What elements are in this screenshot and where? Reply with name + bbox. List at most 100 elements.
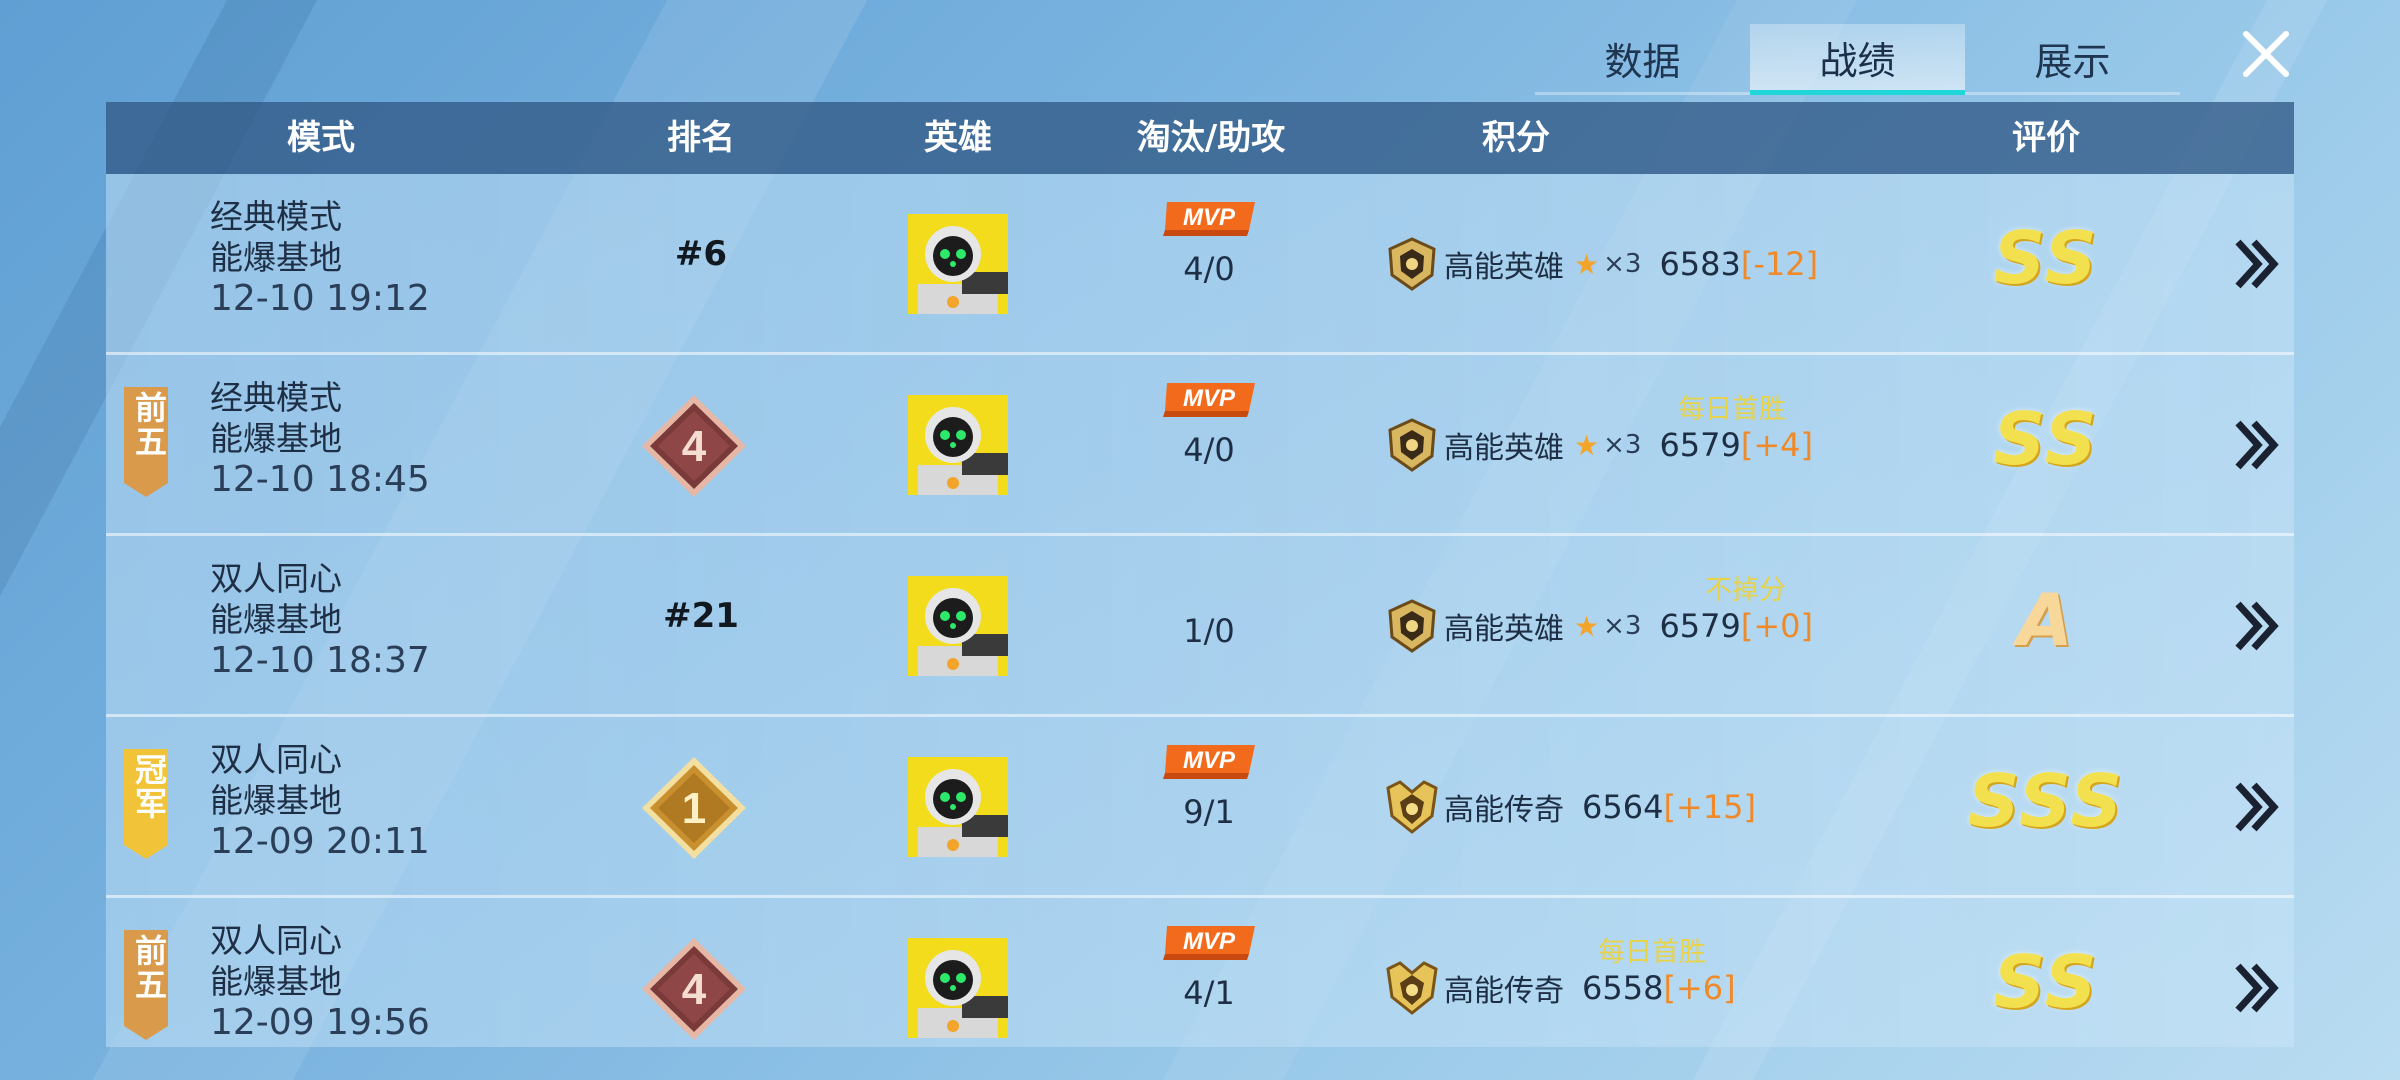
- table-row[interactable]: 经典模式 能爆基地 12-10 19:12 #6 MVP 4/0 高能英雄 ★ …: [106, 174, 2294, 355]
- double-chevron-right-icon: [2235, 782, 2279, 832]
- map-name: 能爆基地: [210, 781, 342, 820]
- rating-grade: SS: [1993, 216, 2099, 300]
- close-icon: [2243, 31, 2289, 77]
- detail-button[interactable]: [2232, 238, 2280, 290]
- match-time: 12-10 19:12: [210, 278, 430, 319]
- mvp-label: MVP: [1183, 928, 1236, 955]
- high-energy-hero-emblem-icon: [1388, 237, 1436, 291]
- map-name: 能爆基地: [210, 238, 342, 277]
- mvp-label: MVP: [1183, 385, 1236, 412]
- mode-name: 双人同心: [210, 921, 342, 960]
- hero-avatar[interactable]: [908, 576, 1008, 676]
- map-name: 能爆基地: [210, 419, 342, 458]
- mode-name: 经典模式: [210, 378, 342, 417]
- score-cell: 高能传奇 6564 [+15]: [1386, 779, 1756, 835]
- mode-name: 双人同心: [210, 559, 342, 598]
- table-row[interactable]: 前五 经典模式 能爆基地 12-10 18:45 4 MVP 4/0 每日首胜 …: [106, 355, 2294, 536]
- rank-number: 4: [682, 965, 707, 1014]
- star-count: ×3: [1603, 249, 1642, 279]
- score-delta: [+4]: [1740, 426, 1814, 464]
- mode-cell: 双人同心 能爆基地 12-09 19:56: [210, 920, 430, 1043]
- tier-name: 高能传奇: [1444, 974, 1564, 1009]
- score-delta: [+15]: [1663, 788, 1756, 826]
- star-count: ×3: [1603, 611, 1642, 641]
- rating-grade: A: [2017, 578, 2075, 662]
- rating-grade: SSS: [1967, 759, 2125, 843]
- header-kda: 淘汰/助攻: [1136, 118, 1286, 158]
- placement-label: 前五: [130, 934, 168, 1002]
- rank-emblem: 1: [634, 755, 754, 861]
- detail-button[interactable]: [2232, 781, 2280, 833]
- tier-name: 高能英雄: [1444, 431, 1564, 466]
- tab-showcase[interactable]: 展示: [1965, 24, 2180, 92]
- table-header: 模式 排名 英雄 淘汰/助攻 积分 评价: [106, 102, 2294, 174]
- table-row[interactable]: 冠军 双人同心 能爆基地 12-09 20:11 1 MVP 9/1 高能传奇 …: [106, 717, 2294, 898]
- score-delta: [+0]: [1740, 607, 1814, 645]
- rating-grade: SS: [1993, 940, 2099, 1024]
- tier-name: 高能英雄: [1444, 612, 1564, 647]
- map-name: 能爆基地: [210, 600, 342, 639]
- match-time: 12-10 18:37: [210, 640, 430, 681]
- star-icon: ★: [1574, 609, 1600, 643]
- tier-name: 高能英雄: [1444, 250, 1564, 285]
- table-row[interactable]: 双人同心 能爆基地 12-10 18:37 #21 1/0 不掉分 高能英雄 ★…: [106, 536, 2294, 717]
- close-button[interactable]: [2236, 24, 2296, 84]
- double-chevron-right-icon: [2235, 420, 2279, 470]
- mode-cell: 双人同心 能爆基地 12-10 18:37: [210, 558, 430, 681]
- header-mode: 模式: [287, 118, 355, 158]
- score-cell: 高能传奇 6558 [+6]: [1386, 960, 1736, 1016]
- match-time: 12-10 18:45: [210, 459, 430, 500]
- kda-value: 4/0: [1183, 250, 1235, 288]
- double-chevron-right-icon: [2235, 963, 2279, 1013]
- rating-grade: SS: [1993, 397, 2099, 481]
- mode-cell: 经典模式 能爆基地 12-10 19:12: [210, 196, 430, 319]
- double-chevron-right-icon: [2235, 239, 2279, 289]
- high-energy-hero-emblem-icon: [1388, 599, 1436, 653]
- kda-value: 9/1: [1183, 793, 1235, 831]
- mvp-badge: MVP: [1161, 200, 1257, 238]
- score-cell: 高能英雄 ★ ×3 6579 [+4]: [1386, 417, 1813, 473]
- score-points: 6558: [1582, 969, 1664, 1007]
- tab-battle-record[interactable]: 战绩: [1750, 24, 1965, 95]
- mvp-badge: MVP: [1161, 743, 1257, 781]
- tab-data[interactable]: 数据: [1535, 24, 1750, 92]
- detail-button[interactable]: [2232, 419, 2280, 471]
- mvp-label: MVP: [1183, 204, 1236, 231]
- header-rating: 评价: [2012, 118, 2080, 158]
- star-icon: ★: [1574, 428, 1600, 462]
- kda-value: 1/0: [1183, 612, 1235, 650]
- star-icon: ★: [1574, 247, 1600, 281]
- header-rank: 排名: [667, 118, 735, 158]
- detail-button[interactable]: [2232, 962, 2280, 1014]
- mode-cell: 经典模式 能爆基地 12-10 18:45: [210, 377, 430, 500]
- match-time: 12-09 20:11: [210, 821, 430, 862]
- header-hero: 英雄: [924, 118, 992, 158]
- score-cell: 高能英雄 ★ ×3 6583 [-12]: [1386, 236, 1818, 292]
- battle-record-screen: 数据 战绩 展示 模式 排名 英雄 淘汰/助攻 积分 评价 经典模式 能爆基地 …: [0, 0, 2400, 1080]
- mode-cell: 双人同心 能爆基地 12-09 20:11: [210, 739, 430, 862]
- placement-label: 前五: [130, 391, 168, 459]
- placement-label: 冠军: [130, 753, 168, 821]
- score-delta: [-12]: [1740, 245, 1819, 283]
- hero-avatar[interactable]: [908, 214, 1008, 314]
- hero-avatar[interactable]: [908, 938, 1008, 1038]
- mvp-badge: MVP: [1161, 924, 1257, 962]
- score-cell: 高能英雄 ★ ×3 6579 [+0]: [1386, 598, 1813, 654]
- score-delta: [+6]: [1663, 969, 1736, 1007]
- kda-value: 4/0: [1183, 431, 1235, 469]
- tab-bar: 数据 战绩 展示: [1535, 24, 2180, 95]
- high-energy-legend-emblem-icon: [1386, 780, 1438, 834]
- hero-avatar[interactable]: [908, 757, 1008, 857]
- map-name: 能爆基地: [210, 962, 342, 1001]
- high-energy-legend-emblem-icon: [1386, 961, 1438, 1015]
- hero-avatar[interactable]: [908, 395, 1008, 495]
- table-row[interactable]: 前五 双人同心 能爆基地 12-09 19:56 4 MVP 4/1 每日首胜 …: [106, 898, 2294, 1047]
- tier-name: 高能传奇: [1444, 793, 1564, 828]
- detail-button[interactable]: [2232, 600, 2280, 652]
- rank-text: #21: [663, 596, 739, 636]
- mvp-badge: MVP: [1161, 381, 1257, 419]
- mvp-label: MVP: [1183, 747, 1236, 774]
- high-energy-hero-emblem-icon: [1388, 418, 1436, 472]
- rank-emblem: 4: [634, 393, 754, 499]
- rank-number: 4: [682, 422, 707, 471]
